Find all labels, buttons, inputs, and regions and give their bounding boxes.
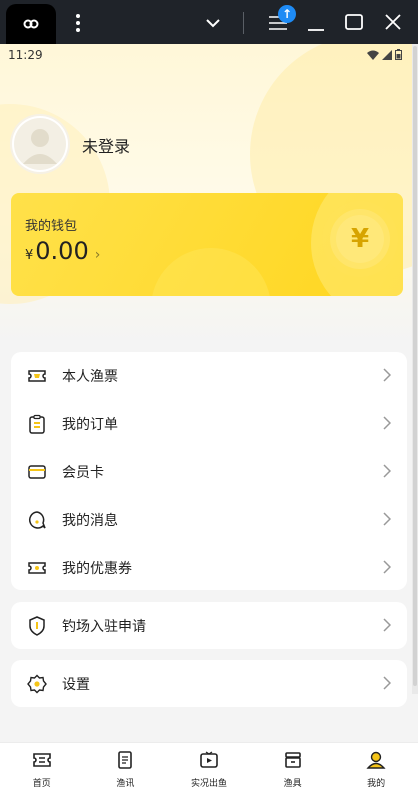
wallet-label: 我的钱包 (25, 219, 78, 234)
chevron-down-icon[interactable] (204, 10, 222, 34)
nav-label: 渔讯 (116, 779, 135, 789)
avatar[interactable] (12, 116, 68, 172)
app-tab[interactable] (6, 4, 56, 44)
menu-item-label: 我的订单 (62, 417, 118, 433)
chevron-right-icon: › (94, 247, 101, 263)
chevron-right-icon (383, 560, 391, 574)
maximize-icon[interactable] (344, 10, 364, 34)
menu-item-coupons[interactable]: 我的优惠券 (11, 544, 407, 592)
toolbar-divider (243, 12, 244, 34)
chevron-right-icon (383, 676, 391, 690)
wallet-card[interactable]: 我的钱包 ¥ 0.00 › ¥ (11, 193, 403, 296)
nav-label: 首页 (32, 779, 51, 789)
signal-icon (382, 49, 392, 60)
menu-card-secondary: 钓场入驻申请 (11, 602, 407, 649)
settings-icon (27, 674, 47, 694)
close-icon[interactable] (383, 10, 403, 34)
update-badge-icon[interactable]: ↑ (278, 5, 296, 23)
menu-item-label: 设置 (62, 677, 90, 693)
default-avatar-icon (14, 118, 66, 170)
update-arrow: ↑ (281, 7, 293, 21)
menu-item-label: 我的优惠券 (62, 561, 132, 577)
menu-item-venue-application[interactable]: 钓场入驻申请 (11, 602, 407, 650)
bottom-navigation: 首页 渔讯 实况出鱼 渔具 我的 (0, 742, 418, 790)
menu-item-settings[interactable]: 设置 (11, 660, 407, 708)
coin-icon: ¥ (336, 215, 384, 263)
menu-item-member-card[interactable]: 会员卡 (11, 448, 407, 496)
menu-item-label: 本人渔票 (62, 369, 118, 385)
news-icon (118, 751, 133, 769)
menu-card-settings: 设置 (11, 660, 407, 707)
more-menu-icon[interactable] (74, 12, 82, 34)
chevron-right-icon (383, 464, 391, 478)
card-icon (28, 465, 46, 479)
store-icon (284, 752, 301, 768)
menu-item-label: 钓场入驻申请 (62, 619, 146, 635)
wifi-icon (367, 50, 379, 60)
chevron-right-icon (383, 512, 391, 526)
nav-store[interactable]: 渔具 (251, 743, 335, 790)
nav-live[interactable]: 实况出鱼 (167, 743, 251, 790)
menu-item-label: 我的消息 (62, 513, 118, 529)
app-logo-icon (23, 19, 39, 29)
menu-item-fishing-ticket[interactable]: 本人渔票 (11, 352, 407, 400)
menu-card-primary: 本人渔票 我的订单 会员卡 我的消息 我的优惠券 (11, 352, 407, 590)
coin-symbol: ¥ (350, 224, 370, 254)
chevron-right-icon (383, 618, 391, 632)
nav-home[interactable]: 首页 (0, 743, 84, 790)
person-icon (366, 751, 386, 769)
clipboard-icon (29, 414, 45, 434)
nav-label: 渔具 (283, 779, 302, 789)
live-video-icon (200, 751, 218, 768)
scrollbar-thumb[interactable] (413, 46, 417, 686)
balance-amount: 0.00 (35, 237, 89, 265)
menu-item-messages[interactable]: 我的消息 (11, 496, 407, 544)
battery-icon (395, 49, 402, 60)
home-ticket-icon (32, 753, 51, 767)
currency-symbol: ¥ (25, 248, 34, 263)
chat-bubble-icon (29, 511, 46, 529)
nav-label: 我的 (367, 779, 386, 789)
scrollbar[interactable] (412, 44, 418, 694)
menu-item-label: 会员卡 (62, 465, 104, 481)
login-status[interactable]: 未登录 (82, 133, 130, 157)
menu-item-my-orders[interactable]: 我的订单 (11, 400, 407, 448)
ticket-icon (28, 370, 46, 382)
window-chrome: ↑ (0, 0, 418, 44)
status-time: 11:29 (8, 48, 43, 62)
shield-icon (29, 616, 45, 636)
nav-mine[interactable]: 我的 (334, 743, 418, 790)
nav-news[interactable]: 渔讯 (84, 743, 168, 790)
minimize-icon[interactable] (306, 10, 326, 34)
coupon-icon (28, 562, 46, 574)
wallet-balance[interactable]: ¥ 0.00 › (25, 237, 100, 265)
chevron-right-icon (383, 368, 391, 382)
status-bar: 11:29 (0, 44, 418, 66)
chevron-right-icon (383, 416, 391, 430)
nav-label: 实况出鱼 (190, 779, 227, 789)
